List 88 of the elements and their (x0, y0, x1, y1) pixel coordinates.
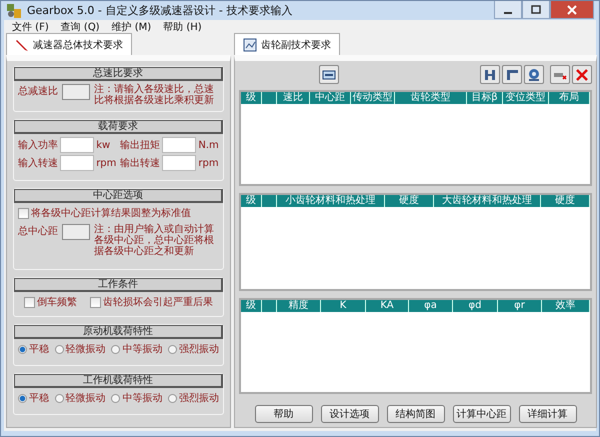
radio-label: 强烈振动 (178, 392, 219, 406)
toolbar-button[interactable] (480, 65, 500, 84)
radio-button[interactable] (18, 345, 27, 354)
field-label: 输出转速 (120, 156, 160, 170)
section-header: 总速比要求 (14, 67, 223, 81)
column-header[interactable]: 大齿轮材料和热处理 (434, 195, 541, 207)
column-header[interactable]: φa (409, 300, 453, 312)
column-header[interactable]: KA (366, 300, 409, 312)
action-button[interactable]: 帮助 (254, 405, 312, 423)
unit-label: rpm (198, 156, 219, 170)
section-header: 工作条件 (14, 278, 223, 292)
checkbox-label: 齿轮损坏会引起严重后果 (103, 296, 213, 310)
close-icon (567, 4, 577, 14)
section-header: 载荷要求 (14, 120, 223, 134)
column-header[interactable]: φr (498, 300, 542, 312)
unit-label: N.m (198, 138, 219, 152)
field-label: 输入转速 (18, 156, 58, 170)
input-field[interactable] (162, 155, 196, 171)
radio-button[interactable] (54, 394, 64, 403)
toolbar-button[interactable] (502, 65, 522, 84)
menu-item[interactable]: 维护 (M) (112, 20, 152, 34)
tab[interactable]: 齿轮副技术要求 (234, 33, 340, 55)
radio-label: 轻微振动 (66, 392, 106, 406)
input-field[interactable] (60, 155, 94, 171)
input-field[interactable] (60, 137, 94, 153)
window-title: Gearbox 5.0 - 自定义多级减速器设计 - 技术要求输入 (27, 3, 292, 18)
chart-icon (243, 38, 257, 52)
note-text: 注：请输入各级速比，总速比将根据各级速比乘积更新 (94, 84, 215, 106)
radio-button[interactable] (168, 394, 177, 403)
bracket-icon (505, 68, 519, 82)
action-button[interactable]: 设计选项 (320, 405, 378, 423)
action-button[interactable]: 结构简图 (386, 405, 444, 423)
maximize-icon (531, 4, 541, 14)
action-button[interactable]: 计算中心距 (452, 405, 510, 423)
field-label: 输出扭矩 (120, 138, 160, 152)
tab[interactable]: 减速器总体技术要求 (6, 33, 132, 55)
radio-label: 强烈振动 (178, 343, 219, 357)
radio-label: 轻微振动 (66, 343, 106, 357)
column-header[interactable]: 布局 (549, 92, 590, 104)
section-header: 原动机载荷特性 (14, 325, 223, 339)
radio-label: 中等振动 (122, 392, 162, 406)
column-header[interactable]: 目标β (467, 92, 503, 104)
radio-button[interactable] (54, 345, 64, 354)
menu-item[interactable]: 帮助 (H) (163, 20, 202, 34)
field-label: 总减速比 (18, 84, 58, 99)
column-header[interactable]: 速比 (277, 92, 310, 104)
radio-button[interactable] (168, 345, 177, 354)
radio-label: 中等振动 (122, 342, 162, 357)
radio-label: 平稳 (29, 392, 49, 406)
checkbox-label: 倒车频繁 (37, 296, 77, 310)
checkbox[interactable] (90, 297, 101, 308)
column-header[interactable]: 级 (241, 300, 262, 312)
note-text: 注：由用户输入或自动计算各级中心距，总中心距将根据各级中心距之和更新 (94, 224, 215, 257)
toolbar-button[interactable] (319, 65, 339, 84)
menu-item[interactable]: 查询 (Q) (60, 20, 100, 34)
column-header[interactable]: 级 (241, 92, 262, 104)
toolbar-button[interactable] (524, 65, 544, 84)
checkbox-label: 将各级中心距计算结果圆整为标准值 (31, 206, 191, 221)
menu-item[interactable]: 文件 (F) (12, 20, 49, 34)
radio-label: 平稳 (29, 343, 49, 357)
radio-button[interactable] (111, 394, 120, 403)
input-field[interactable] (162, 137, 196, 153)
column-header[interactable]: 小齿轮材料和热处理 (277, 195, 385, 207)
column-header[interactable]: K (321, 300, 366, 312)
section-header: 工作机载荷特性 (14, 374, 223, 388)
column-header[interactable]: 级 (241, 195, 262, 207)
unit-label: rpm (96, 156, 118, 170)
action-button[interactable]: 详细计算 (518, 405, 576, 423)
panel-icon (322, 68, 336, 80)
field-label: 输入功率 (18, 138, 58, 152)
pencil-icon (15, 38, 29, 52)
maximize-button[interactable] (522, 1, 550, 19)
minimize-icon (504, 12, 512, 14)
delete-button[interactable] (572, 65, 592, 84)
radio-button[interactable] (111, 345, 120, 354)
unit-label: kw (96, 138, 112, 152)
column-header[interactable]: 传动类型 (351, 92, 395, 104)
radio-button[interactable] (18, 394, 27, 403)
field-label: 总中心距 (18, 224, 58, 239)
column-header[interactable]: φd (453, 300, 498, 312)
minimize-button[interactable] (494, 1, 522, 19)
app-icon (6, 2, 22, 18)
checkbox[interactable] (24, 297, 35, 308)
x-icon (575, 68, 589, 82)
section-header: 中心距选项 (14, 189, 223, 203)
column-header[interactable]: 齿轮类型 (395, 92, 467, 104)
disc-icon (527, 68, 541, 82)
close-button[interactable] (550, 1, 594, 19)
